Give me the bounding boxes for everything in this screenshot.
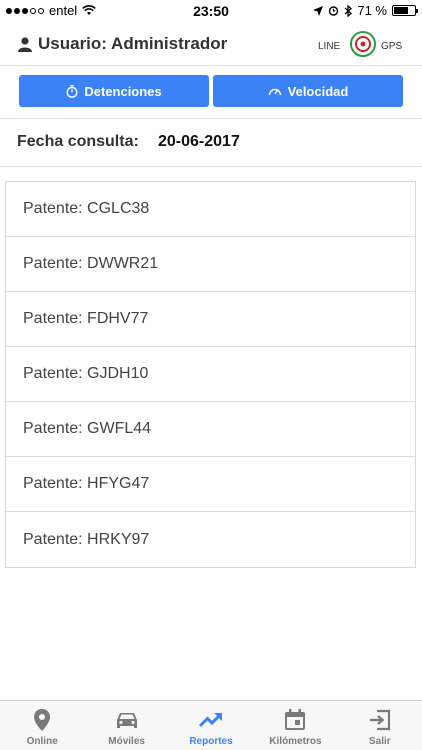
stopwatch-icon [66, 84, 78, 98]
user-label: Usuario: Administrador [38, 34, 228, 53]
battery-percent: 71 % [357, 3, 387, 18]
calendar-icon [285, 709, 306, 730]
list-item[interactable]: Patente: HFYG47 [6, 457, 415, 512]
tab-reportes[interactable]: Reportes [169, 701, 253, 750]
tab-kilometros[interactable]: Kilómetros [253, 701, 337, 750]
query-date-label: Fecha consulta: [17, 133, 139, 150]
alarm-icon [329, 6, 339, 16]
query-date-value: 20-06-2017 [158, 133, 240, 150]
app-header: Usuario: Administrador LINE GPS [0, 22, 422, 66]
divider [0, 118, 422, 119]
patente-list: Patente: CGLC38 Patente: DWWR21 Patente:… [5, 181, 416, 568]
logo-text-left: LINE [318, 41, 341, 52]
tab-reportes-label: Reportes [189, 736, 233, 747]
list-item[interactable]: Patente: DWWR21 [6, 237, 415, 292]
report-button-row: Detenciones Velocidad [19, 75, 403, 107]
battery-icon [392, 5, 418, 16]
logo-text-right: GPS [381, 41, 402, 52]
tab-moviles-label: Móviles [108, 736, 145, 747]
tab-moviles[interactable]: Móviles [84, 701, 168, 750]
battery-fill [394, 7, 409, 14]
list-item[interactable]: Patente: FDHV77 [6, 292, 415, 347]
tab-salir[interactable]: Salir [338, 701, 422, 750]
linegps-logo: LINE GPS [318, 31, 402, 57]
user-icon [18, 36, 32, 52]
list-item[interactable]: Patente: HRKY97 [6, 512, 415, 567]
tab-online[interactable]: Online [0, 701, 84, 750]
velocidad-label: Velocidad [287, 83, 349, 99]
location-pin-icon [34, 709, 51, 731]
detenciones-button[interactable]: Detenciones [19, 75, 209, 107]
query-date-row: Fecha consulta: 20-06-2017 [17, 133, 240, 151]
car-icon [116, 713, 137, 728]
tab-bar: Online Móviles Reportes Kilómetros Salir [0, 700, 422, 750]
tab-online-label: Online [26, 736, 58, 747]
detenciones-label: Detenciones [84, 83, 162, 99]
tab-salir-label: Salir [368, 736, 391, 747]
bluetooth-icon [344, 4, 353, 17]
user-indicator: Usuario: Administrador [18, 34, 227, 54]
speedometer-icon [268, 88, 281, 96]
list-item[interactable]: Patente: CGLC38 [6, 182, 415, 237]
velocidad-button[interactable]: Velocidad [213, 75, 403, 107]
status-bar: entel 23:50 71 % [0, 0, 422, 22]
list-item[interactable]: Patente: GWFL44 [6, 402, 415, 457]
tab-kilometros-label: Kilómetros [269, 736, 322, 747]
location-arrow-icon [313, 5, 324, 16]
trending-up-icon [198, 713, 223, 728]
list-item[interactable]: Patente: GJDH10 [6, 347, 415, 402]
status-right: 71 % [313, 3, 418, 18]
exit-icon [369, 709, 390, 731]
divider [0, 166, 422, 167]
